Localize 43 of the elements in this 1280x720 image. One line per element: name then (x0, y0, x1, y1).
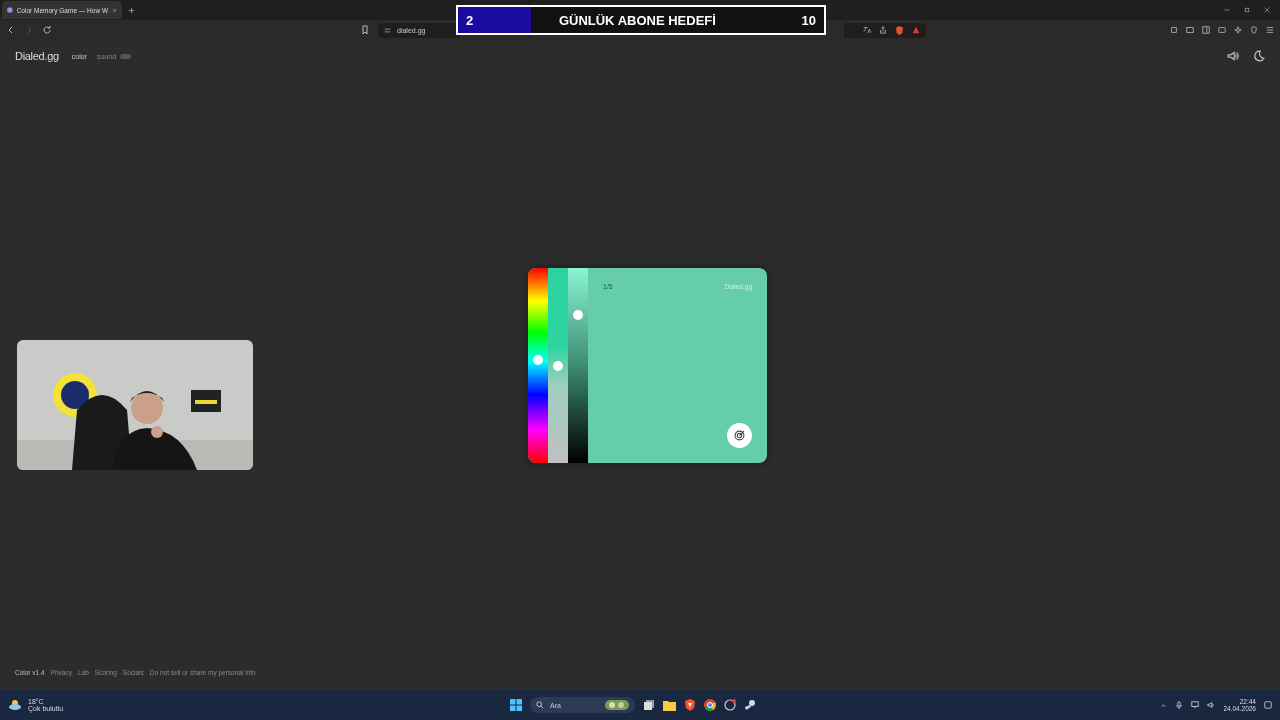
menu-icon[interactable] (1266, 26, 1274, 34)
goal-current: 2 (465, 12, 475, 28)
site-logo[interactable]: Dialed.gg (15, 50, 59, 62)
chevron-up-icon[interactable] (1160, 701, 1168, 709)
submit-button[interactable] (727, 423, 752, 448)
notification-icon[interactable] (1264, 701, 1272, 709)
shield-icon[interactable] (1250, 26, 1258, 34)
lion-shield-icon[interactable] (684, 699, 696, 711)
folder-icon[interactable] (663, 699, 676, 711)
reload-icon[interactable] (42, 25, 52, 35)
saturation-slider[interactable] (548, 268, 568, 463)
search-icon (536, 701, 544, 709)
extensions-icon[interactable] (1170, 26, 1178, 34)
speaker-icon[interactable] (1227, 50, 1239, 62)
volume-icon[interactable] (1207, 701, 1216, 709)
goal-title: GÜNLÜK ABONE HEDEFİ (557, 12, 717, 28)
weather-icon[interactable] (8, 699, 22, 711)
start-icon[interactable] (510, 699, 522, 711)
network-icon[interactable] (1191, 701, 1200, 709)
sidebar-icon[interactable] (1202, 26, 1210, 34)
favicon-icon (7, 6, 13, 14)
badge-pill (120, 53, 132, 59)
microphone-icon[interactable] (1175, 701, 1184, 709)
translate-icon[interactable] (863, 26, 871, 34)
site-settings-icon[interactable] (384, 26, 391, 34)
chrome-icon[interactable] (704, 699, 716, 711)
moon-icon[interactable] (1253, 50, 1265, 62)
task-view-icon[interactable] (643, 699, 655, 711)
share-icon[interactable] (879, 26, 887, 34)
triangle-icon[interactable] (912, 26, 920, 34)
shield-icon[interactable] (895, 25, 904, 35)
goal-target: 10 (800, 12, 817, 28)
wallet-icon[interactable] (1218, 26, 1226, 34)
sparkle-icon[interactable] (1234, 26, 1242, 34)
plus-icon[interactable] (128, 6, 135, 14)
slider-thumb[interactable] (553, 360, 563, 371)
restore-icon[interactable] (1244, 7, 1250, 13)
reader-icon[interactable] (1186, 26, 1194, 34)
target-icon (734, 430, 745, 441)
bookmark-icon[interactable] (360, 25, 370, 35)
close-icon[interactable] (112, 6, 117, 14)
widget-icon[interactable] (605, 700, 629, 710)
close-icon[interactable] (1264, 7, 1270, 13)
